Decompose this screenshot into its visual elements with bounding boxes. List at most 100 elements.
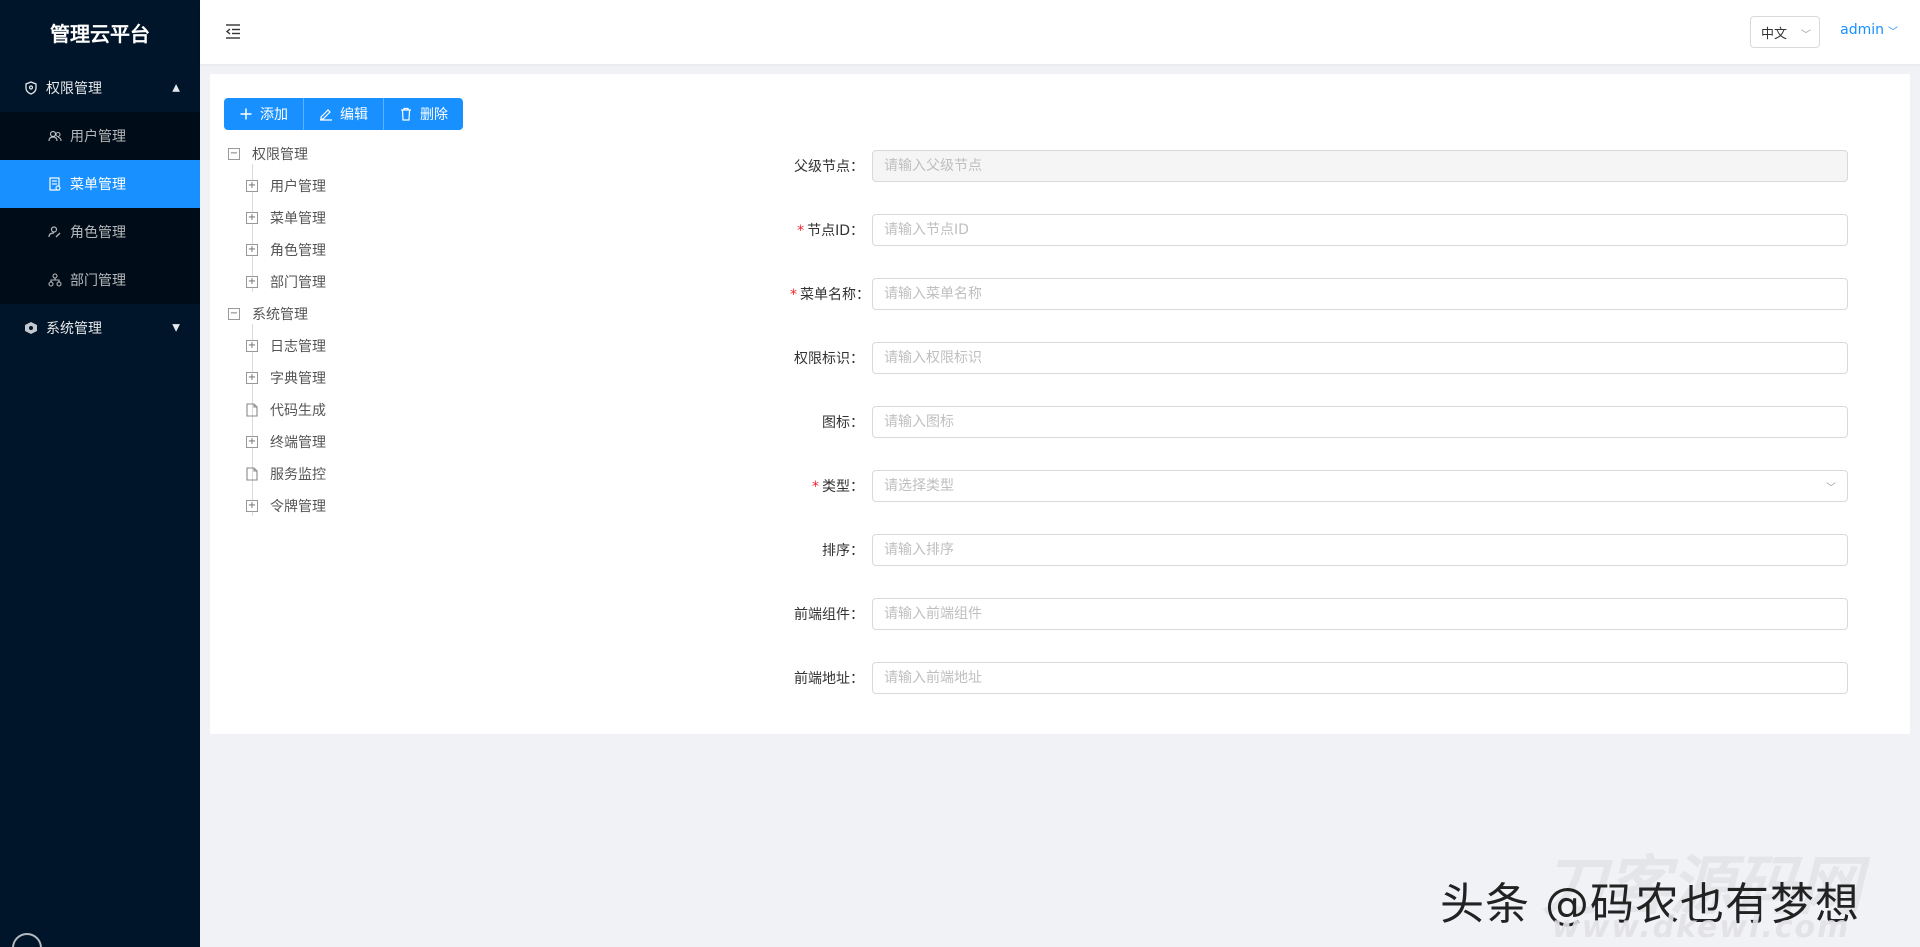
- path-input[interactable]: [872, 662, 1848, 694]
- menu-fold-icon[interactable]: [224, 22, 242, 40]
- expand-icon[interactable]: +: [246, 244, 258, 256]
- expand-icon[interactable]: +: [246, 500, 258, 512]
- menu-name-input[interactable]: [872, 278, 1848, 310]
- menu-tree: − 权限管理 + 用户管理 + 菜单管理 + 角色管理 + 部门管理 − 系统管…: [228, 138, 528, 522]
- tree-node-terminal[interactable]: + 终端管理: [228, 426, 528, 458]
- delete-button[interactable]: 删除: [384, 98, 463, 130]
- tree-node-departments[interactable]: + 部门管理: [228, 266, 528, 298]
- file-icon: [246, 467, 258, 481]
- trash-icon: [399, 107, 413, 121]
- tree-node-label: 令牌管理: [270, 499, 326, 515]
- sidebar-item-users[interactable]: 用户管理: [0, 112, 200, 160]
- form-row-permission: 权限标识：: [790, 326, 1900, 390]
- sidebar-group-label: 权限管理: [46, 81, 102, 97]
- sidebar-item-menus[interactable]: 菜单管理: [0, 160, 200, 208]
- sidebar-group-permission[interactable]: 权限管理 ▲: [0, 64, 200, 112]
- required-mark: *: [797, 223, 805, 239]
- expand-icon[interactable]: +: [246, 180, 258, 192]
- user-name: admin: [1840, 22, 1884, 38]
- tree-node-monitor[interactable]: 服务监控: [228, 458, 528, 490]
- form-row-component: 前端组件：: [790, 582, 1900, 646]
- users-icon: [48, 129, 62, 143]
- type-select[interactable]: ﹀: [872, 470, 1848, 502]
- node-id-label: * 节点ID：: [797, 223, 864, 239]
- sidebar-item-label: 用户管理: [70, 129, 126, 145]
- avatar[interactable]: [12, 933, 42, 947]
- chevron-down-icon: ﹀: [1888, 26, 1898, 38]
- collapse-icon[interactable]: −: [228, 308, 240, 320]
- expand-icon[interactable]: +: [246, 436, 258, 448]
- brand-title: 管理云平台: [50, 21, 150, 46]
- sidebar-item-label: 部门管理: [70, 273, 126, 289]
- sort-input[interactable]: [872, 534, 1848, 566]
- expand-icon[interactable]: +: [246, 212, 258, 224]
- sidebar-item-departments[interactable]: 部门管理: [0, 256, 200, 304]
- content-card: 添加 编辑 删除 − 权限管理 + 用户管理 + 菜单管理 + 角色管理 + 部…: [210, 74, 1910, 734]
- permission-label: 权限标识：: [794, 351, 864, 367]
- node-id-input[interactable]: [872, 214, 1848, 246]
- edit-icon: [319, 107, 333, 121]
- expand-icon[interactable]: +: [246, 340, 258, 352]
- icon-label: 图标：: [822, 415, 864, 431]
- edit-button-label: 编辑: [340, 107, 368, 123]
- form-row-menu-name: * 菜单名称：: [790, 262, 1900, 326]
- tree-node-system[interactable]: − 系统管理: [228, 298, 528, 330]
- tree-node-label: 权限管理: [252, 147, 308, 163]
- tree-node-codegen[interactable]: 代码生成: [228, 394, 528, 426]
- tree-node-label: 服务监控: [270, 467, 326, 483]
- expand-icon[interactable]: +: [246, 276, 258, 288]
- tree-node-label: 终端管理: [270, 435, 326, 451]
- tree-node-logs[interactable]: + 日志管理: [228, 330, 528, 362]
- sidebar-submenu: 用户管理 菜单管理 角色管理 部门管理: [0, 112, 200, 304]
- sidebar-item-roles[interactable]: 角色管理: [0, 208, 200, 256]
- tree-node-permission[interactable]: − 权限管理: [228, 138, 528, 170]
- file-icon: [246, 403, 258, 417]
- shield-icon: [24, 81, 38, 95]
- sidebar-group-system[interactable]: 系统管理 ▼: [0, 304, 200, 352]
- role-icon: [48, 225, 62, 239]
- form-row-node-id: * 节点ID：: [790, 198, 1900, 262]
- parent-label: 父级节点：: [794, 159, 864, 175]
- tree-node-label: 角色管理: [270, 243, 326, 259]
- required-mark: *: [812, 479, 819, 495]
- icon-input[interactable]: [872, 406, 1848, 438]
- type-label: * 类型：: [812, 479, 864, 495]
- delete-button-label: 删除: [420, 107, 448, 123]
- type-select-input[interactable]: [872, 470, 1848, 502]
- collapse-icon[interactable]: −: [228, 148, 240, 160]
- tree-node-dict[interactable]: + 字典管理: [228, 362, 528, 394]
- menu-name-label: * 菜单名称：: [790, 287, 870, 303]
- tree-node-label: 代码生成: [270, 403, 326, 419]
- tree-node-users[interactable]: + 用户管理: [228, 170, 528, 202]
- expand-icon[interactable]: +: [246, 372, 258, 384]
- form-row-icon: 图标：: [790, 390, 1900, 454]
- form-row-sort: 排序：: [790, 518, 1900, 582]
- edit-button[interactable]: 编辑: [304, 98, 384, 130]
- tree-node-label: 部门管理: [270, 275, 326, 291]
- permission-input[interactable]: [872, 342, 1848, 374]
- menu-form: 父级节点： *节点ID： *菜单名称： 权限标识： 图标： *类型： ﹀ 排: [790, 134, 1900, 710]
- top-header: 中文 ﹀ admin ﹀: [200, 0, 1920, 64]
- tree-node-roles[interactable]: + 角色管理: [228, 234, 528, 266]
- parent-input[interactable]: [872, 150, 1848, 182]
- user-dropdown[interactable]: admin ﹀: [1840, 22, 1898, 38]
- toolbar: 添加 编辑 删除: [224, 98, 463, 130]
- chevron-down-icon: ﹀: [1826, 483, 1836, 494]
- tree-node-tokens[interactable]: + 令牌管理: [228, 490, 528, 522]
- tree-node-label: 菜单管理: [270, 211, 326, 227]
- language-value: 中文: [1761, 26, 1788, 42]
- tree-node-label: 系统管理: [252, 307, 308, 323]
- sort-label: 排序：: [822, 543, 864, 559]
- required-mark: *: [790, 287, 797, 303]
- component-input[interactable]: [872, 598, 1848, 630]
- add-button[interactable]: 添加: [224, 98, 304, 130]
- tree-node-label: 日志管理: [270, 339, 326, 355]
- form-row-type: *类型： ﹀: [790, 454, 1900, 518]
- language-select[interactable]: 中文 ﹀: [1750, 16, 1820, 48]
- add-button-label: 添加: [260, 107, 288, 123]
- tree-node-label: 字典管理: [270, 371, 326, 387]
- sidebar-group-label: 系统管理: [46, 321, 102, 337]
- tree-node-menus[interactable]: + 菜单管理: [228, 202, 528, 234]
- menu-doc-icon: [48, 177, 62, 191]
- system-icon: [24, 321, 38, 335]
